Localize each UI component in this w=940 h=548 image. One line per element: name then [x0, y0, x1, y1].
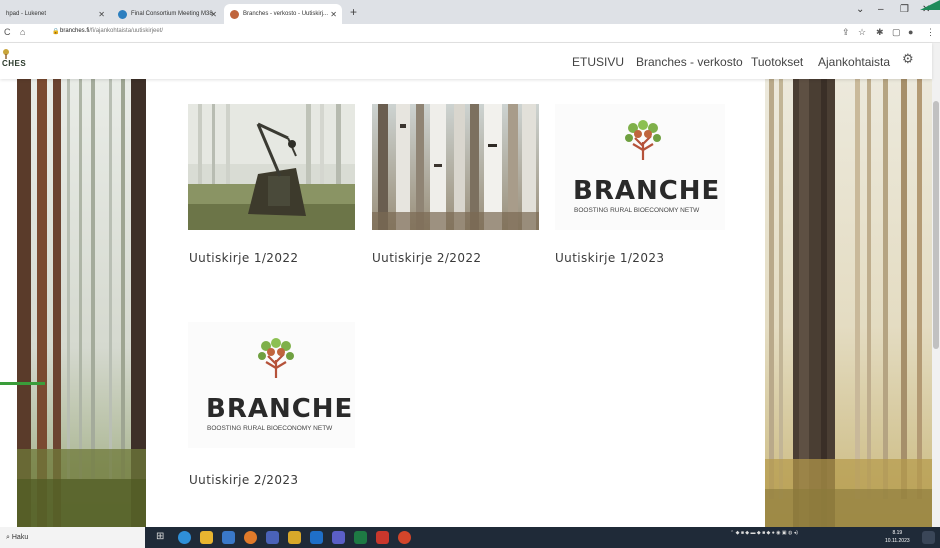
nav-link-ajankohtaista[interactable]: Ajankohtaista	[818, 55, 890, 69]
brand-tagline: BOOSTING RURAL BIOECONOMY NETW	[207, 425, 333, 432]
gear-icon[interactable]: ⚙	[902, 51, 914, 67]
system-tray-icons[interactable]: ⌃ ◆ ■ ◆ ▬ ◆ ■ ◆ ● ◉ ▣ ◍ ◂)	[730, 530, 798, 536]
tab-label: Final Consortium Meeting M38	[131, 11, 213, 17]
brand-tagline: BOOSTING RURAL BIOECONOMY NETW	[574, 207, 700, 214]
tab-lukenet[interactable]: hpad - Lukenet ✕	[0, 4, 110, 24]
share-icon[interactable]: ⇪	[842, 27, 850, 38]
newsletter-title-4[interactable]: Uutiskirje 2/2023	[189, 473, 298, 487]
newsletter-thumbnail-2[interactable]	[372, 104, 539, 230]
close-icon[interactable]: ✕	[98, 10, 105, 19]
site-logo[interactable]: CHES	[2, 59, 26, 68]
branches-tree-logo-icon	[258, 338, 294, 378]
tab-strip: hpad - Lukenet ✕ Final Consortium Meetin…	[0, 0, 940, 24]
logo-tree-icon	[3, 49, 9, 59]
scrollbar-thumb[interactable]	[933, 101, 939, 349]
clock-time: 8.19	[892, 530, 903, 536]
taskbar-search[interactable]: ⌕ Haku	[0, 527, 145, 548]
url-host: branches.fi	[60, 28, 90, 34]
nav-link-etusivu[interactable]: ETUSIVU	[572, 55, 624, 69]
extensions-icon[interactable]: ✱	[876, 27, 884, 38]
close-icon[interactable]: ✕	[330, 10, 337, 19]
reload-icon[interactable]: C	[4, 27, 11, 37]
newsletter-thumbnail-3[interactable]: BRANCHE BOOSTING RURAL BIOECONOMY NETW	[555, 104, 725, 230]
accent-line	[0, 382, 45, 385]
tab-label: Branches - verkosto - Uutiskirj...	[243, 11, 329, 17]
url-field[interactable]: branches.fi/fi/ajankohtaista/uutiskirjee…	[60, 28, 163, 34]
newsletter-title-3[interactable]: Uutiskirje 1/2023	[555, 251, 664, 265]
profile-icon[interactable]: ●	[908, 27, 913, 37]
nav-link-tuotokset[interactable]: Tuotokset	[751, 55, 803, 69]
newsletter-thumbnail-1[interactable]	[188, 104, 355, 230]
excel-icon[interactable]	[354, 531, 367, 544]
task-view-icon[interactable]: ⊞	[156, 531, 169, 544]
newsletter-title-2[interactable]: Uutiskirje 2/2022	[372, 251, 481, 265]
newsletter-thumbnail-4[interactable]: BRANCHE BOOSTING RURAL BIOECONOMY NETW	[188, 322, 355, 448]
minimize-icon[interactable]: –	[878, 4, 884, 15]
outlook-icon[interactable]	[310, 531, 323, 544]
clock-date: 10.11.2023	[885, 538, 910, 544]
app-icon[interactable]	[398, 531, 411, 544]
home-icon[interactable]: ⌂	[20, 27, 25, 37]
browser-window: hpad - Lukenet ✕ Final Consortium Meetin…	[0, 0, 940, 548]
brand-wordmark: BRANCHE	[206, 394, 354, 424]
close-icon[interactable]: ✕	[210, 10, 217, 19]
forest-background-right	[765, 79, 932, 527]
tab-final-meeting[interactable]: Final Consortium Meeting M38 ✕	[112, 4, 222, 24]
brand-wordmark: BRANCHE	[573, 176, 721, 206]
birch-trunks-photo	[372, 104, 539, 230]
star-icon[interactable]: ☆	[858, 27, 866, 38]
edge-icon[interactable]	[178, 531, 191, 544]
sidebar-icon[interactable]: ▢	[892, 27, 901, 38]
url-path: /fi/ajankohtaista/uutiskirjeet/	[89, 28, 164, 34]
page-scrollbar[interactable]	[932, 43, 940, 527]
site-header: CHES ETUSIVU Branches - verkosto Tuotoks…	[0, 43, 932, 79]
tab-branches[interactable]: Branches - verkosto - Uutiskirj... ✕	[224, 4, 342, 24]
taskbar-clock[interactable]: 8.19 10.11.2023	[885, 529, 910, 545]
branches-favicon-icon	[230, 9, 239, 19]
harvester-photo	[188, 104, 355, 230]
nav-link-verkosto[interactable]: Branches - verkosto	[636, 55, 743, 69]
lock-icon[interactable]: 🔒	[52, 28, 59, 35]
page-content: Uutiskirje 1/2022 Uutiskirje 2/2022 BRAN…	[0, 79, 932, 527]
address-bar: C ⌂ 🔒 branches.fi/fi/ajankohtaista/uutis…	[0, 24, 940, 43]
folder-icon[interactable]	[288, 531, 301, 544]
restore-icon[interactable]: ❐	[900, 4, 909, 15]
forest-background-left	[17, 79, 146, 527]
mail-icon[interactable]	[222, 531, 235, 544]
teams-icon[interactable]	[266, 531, 279, 544]
new-tab-icon[interactable]: +	[350, 5, 357, 19]
tab-label: hpad - Lukenet	[6, 11, 47, 17]
corner-decoration	[920, 0, 940, 10]
menu-icon[interactable]: ⋮	[926, 27, 935, 38]
branches-tree-logo-icon	[625, 120, 661, 160]
acrobat-icon[interactable]	[376, 531, 389, 544]
notifications-icon[interactable]	[922, 531, 935, 544]
search-label: Haku	[11, 534, 29, 541]
chrome-icon[interactable]	[244, 531, 257, 544]
os-taskbar: ⌕ Haku ⊞ ⌃ ◆ ■ ◆ ▬ ◆ ■ ◆ ● ◉ ▣ ◍ ◂) 8.19…	[0, 527, 940, 548]
globe-icon	[118, 9, 127, 19]
newsletter-title-1[interactable]: Uutiskirje 1/2022	[189, 251, 298, 265]
chevron-down-icon[interactable]: ⌄	[856, 4, 864, 15]
file-explorer-icon[interactable]	[200, 531, 213, 544]
teams-chat-icon[interactable]	[332, 531, 345, 544]
